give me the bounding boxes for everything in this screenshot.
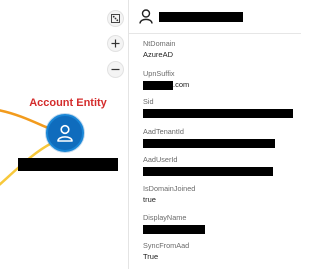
field-value: true: [143, 195, 156, 204]
account-entity-node[interactable]: [46, 114, 84, 152]
field-upnsuffix: UpnSuffix .com: [143, 69, 189, 90]
user-icon: [57, 124, 73, 142]
field-label: NtDomain: [143, 39, 176, 48]
field-value: True: [143, 252, 159, 261]
redacted-block: [143, 224, 205, 234]
panel-title-redacted: [159, 12, 243, 22]
entity-name-redacted: [18, 158, 118, 171]
entity-details-panel: NtDomain AzureAD UpnSuffix .com Sid AadT…: [128, 0, 301, 269]
field-label: UpnSuffix: [143, 69, 175, 78]
field-label: IsDomainJoined: [143, 184, 196, 193]
person-icon: [139, 9, 153, 24]
redacted-block: [143, 108, 293, 118]
field-label: DisplayName: [143, 213, 187, 222]
field-value: [143, 224, 205, 234]
field-value: .com: [143, 80, 189, 90]
dice-icon: [111, 14, 120, 23]
entity-type-label: Account Entity: [29, 97, 107, 109]
fit-to-screen-button[interactable]: [107, 10, 124, 27]
panel-header: [129, 0, 301, 34]
plus-icon: [111, 39, 120, 48]
field-ntdomain: NtDomain AzureAD: [143, 39, 175, 60]
redacted-block: [143, 80, 173, 90]
redacted-block: [143, 166, 273, 176]
field-value: [143, 138, 275, 148]
field-aadtenantid: AadTenantId: [143, 127, 275, 148]
zoom-in-button[interactable]: [107, 35, 124, 52]
field-value: [143, 108, 293, 118]
field-aaduserid: AadUserId: [143, 155, 273, 176]
field-sid: Sid: [143, 97, 293, 118]
field-value: AzureAD: [143, 50, 174, 59]
field-label: AadUserId: [143, 155, 178, 164]
field-label: SyncFromAad: [143, 241, 190, 250]
upn-suffix-text: .com: [173, 80, 190, 89]
panel-fields[interactable]: NtDomain AzureAD UpnSuffix .com Sid AadT…: [129, 34, 301, 269]
edge-orange: [0, 109, 49, 130]
minus-icon: [111, 68, 120, 71]
zoom-out-button[interactable]: [107, 61, 124, 78]
field-label: AadTenantId: [143, 127, 184, 136]
field-displayname: DisplayName: [143, 213, 205, 234]
redacted-block: [143, 138, 275, 148]
field-syncfromaad: SyncFromAad True: [143, 241, 189, 262]
field-isdomainjoined: IsDomainJoined true: [143, 184, 195, 205]
field-value: [143, 166, 273, 176]
field-label: Sid: [143, 97, 154, 106]
graph-canvas[interactable]: Account Entity: [0, 0, 128, 269]
